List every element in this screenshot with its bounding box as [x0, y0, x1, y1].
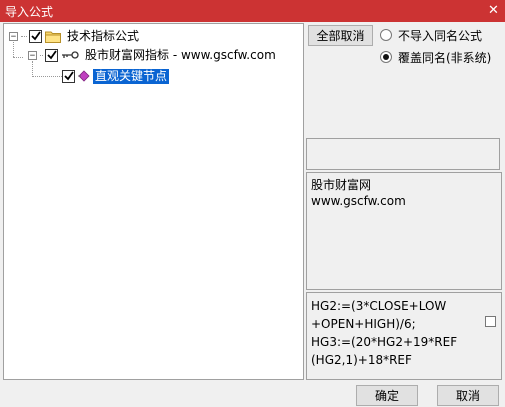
formula-line: HG3:=(20*HG2+19*REF — [311, 335, 458, 349]
tree-node-label: 技术指标公式 — [67, 28, 140, 43]
description-line: www.gscfw.com — [311, 194, 406, 208]
radio-selected-dot — [383, 54, 389, 60]
window-title: 导入公式 — [5, 5, 54, 19]
folder-icon — [45, 31, 61, 43]
collapse-icon[interactable]: − — [28, 50, 37, 60]
info-box-empty — [306, 138, 500, 170]
checkmark-icon — [46, 50, 57, 60]
formula-node-icon — [78, 70, 90, 82]
tree-connector — [21, 35, 27, 37]
deselect-all-button[interactable]: 全部取消 — [308, 25, 373, 46]
tree-node-root[interactable]: − 技术指标公式 — [9, 28, 141, 44]
radio-button[interactable] — [380, 51, 392, 63]
radio-overwrite-duplicates[interactable]: 覆盖同名(非系统) — [380, 49, 491, 65]
child-checkbox[interactable] — [45, 48, 58, 62]
tree-node-label: 直观关键节点 — [93, 68, 170, 84]
tree-node-label: 股市财富网指标 - www.gscfw.com — [85, 47, 276, 62]
radio-button[interactable] — [380, 29, 392, 41]
tree-node-child[interactable]: − 股市财富网指标 - www.gscfw.com — [28, 47, 278, 63]
formula-preview-box[interactable]: HG2:=(3*CLOSE+LOW +OPEN+HIGH)/6; HG3:=(2… — [306, 292, 502, 380]
radio-label: 覆盖同名(非系统) — [398, 50, 492, 65]
radio-label: 不导入同名公式 — [398, 28, 483, 43]
leaf-checkbox[interactable] — [62, 69, 75, 83]
radio-skip-duplicates[interactable]: 不导入同名公式 — [380, 27, 482, 43]
ok-button[interactable]: 确定 — [356, 385, 418, 406]
key-icon — [62, 51, 79, 59]
description-line: 股市财富网 — [311, 178, 372, 192]
formula-line: (HG2,1)+18*REF — [311, 353, 412, 367]
collapse-icon[interactable]: − — [9, 31, 18, 41]
formula-tree[interactable]: − 技术指标公式 − 股市财富网指标 - www.gscfw.com 直观关键节… — [3, 23, 304, 380]
formula-line: HG2:=(3*CLOSE+LOW — [311, 299, 447, 313]
checkmark-icon — [63, 71, 74, 81]
formula-line: +OPEN+HIGH)/6; — [311, 317, 416, 331]
root-checkbox[interactable] — [29, 29, 42, 43]
close-icon[interactable]: ✕ — [485, 2, 502, 19]
tree-connector — [13, 57, 23, 58]
tree-connector — [32, 61, 33, 77]
title-bar: 导入公式 ✕ — [0, 0, 505, 22]
checkmark-icon — [30, 31, 41, 41]
formula-checkbox[interactable] — [485, 316, 496, 327]
tree-connector — [32, 76, 62, 77]
tree-connector — [40, 54, 43, 56]
cancel-button[interactable]: 取消 — [437, 385, 499, 406]
tree-node-leaf[interactable]: 直观关键节点 — [62, 68, 170, 84]
tree-connector — [13, 42, 14, 57]
description-box: 股市财富网 www.gscfw.com — [306, 172, 502, 290]
